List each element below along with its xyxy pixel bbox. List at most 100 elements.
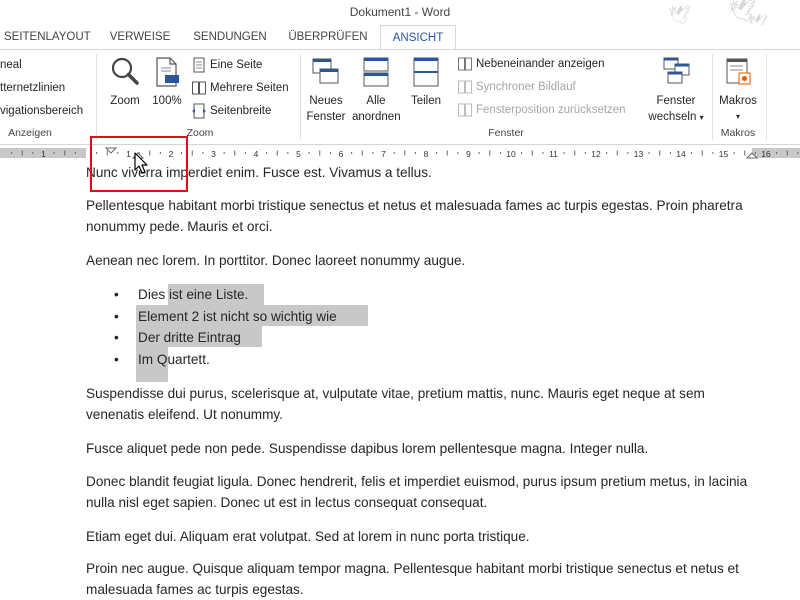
fensterposition-label: Fensterposition zurücksetzen: [476, 104, 626, 116]
teilen-button[interactable]: Teilen: [406, 56, 446, 109]
fenster-wechseln-button[interactable]: Fenster wechseln ▾: [644, 56, 708, 126]
list-item: • Element 2 ist nicht so wichtig wie: [114, 306, 337, 328]
list-item: • Dies ist eine Liste.: [114, 284, 337, 306]
ruler-number: 10: [506, 149, 516, 159]
ruler-number: 11: [549, 149, 558, 159]
list-item-text: Im Quartett.: [138, 351, 210, 367]
paragraph: Fusce aliquet pede non pede. Suspendisse…: [86, 441, 649, 456]
makros-button[interactable]: Makros ▾: [714, 56, 762, 125]
eine-seite-button[interactable]: Eine Seite: [192, 57, 262, 73]
sync-scroll-icon: [458, 80, 472, 94]
macros-icon: [726, 58, 751, 85]
seitenbreite-button[interactable]: Seitenbreite: [192, 103, 271, 119]
neues-fenster-button[interactable]: Neues Fenster: [304, 56, 348, 125]
teilen-label: Teilen: [410, 95, 442, 107]
new-window-icon: [312, 58, 339, 84]
group-separator: [766, 54, 767, 140]
switch-windows-icon: [663, 57, 690, 84]
checkbox-label: tternetzlinien: [0, 82, 66, 94]
mehrere-seiten-label: Mehrere Seiten: [210, 82, 289, 94]
ruler-number: 1: [41, 149, 46, 159]
ruler-number: 13: [634, 149, 644, 159]
paragraph: Suspendisse dui purus, scelerisque at, v…: [86, 386, 705, 422]
document-page[interactable]: Nunc viverra imperdiet enim. Fusce est. …: [0, 160, 800, 600]
bullet-icon: •: [114, 308, 119, 324]
paragraph: Aenean nec lorem. In porttitor. Donec la…: [86, 253, 466, 268]
bullet-icon: •: [114, 287, 119, 302]
zoom-100-button[interactable]: 100%: [150, 56, 184, 109]
checkbox-navigationsbereich[interactable]: vigationsbereich: [0, 105, 83, 117]
page-100-icon: [156, 57, 179, 87]
side-by-side-icon: [458, 57, 472, 71]
multiple-pages-icon: [192, 81, 206, 95]
alle-anordnen-label-1: Alle: [366, 95, 386, 107]
mehrere-seiten-button[interactable]: Mehrere Seiten: [192, 80, 289, 96]
group-label-makros: Makros: [720, 127, 756, 139]
list-item-text: Der dritte Eintrag: [138, 330, 241, 345]
group-separator: [96, 54, 97, 140]
group-label-anzeigen: Anzeigen: [8, 127, 52, 139]
ribbon: neal tternetzlinien vigationsbereich Anz…: [0, 49, 800, 145]
title-bar: Dokument1 - Word 🕊 🕊 🕊: [0, 0, 800, 32]
alle-anordnen-label-2: anordnen: [352, 111, 401, 123]
paragraph: Proin nec augue. Quisque aliquam tempor …: [86, 561, 739, 597]
paragraph: Etiam eget dui. Aliquam erat volutpat. S…: [86, 529, 530, 544]
ruler-number: 7: [381, 149, 386, 159]
synchroner-bildlauf-button[interactable]: Synchroner Bildlauf: [458, 80, 576, 94]
neues-fenster-label-2: Fenster: [306, 111, 346, 123]
tab-verweise[interactable]: VERWEISE: [108, 25, 172, 50]
nebeneinander-button[interactable]: Nebeneinander anzeigen: [458, 57, 605, 71]
tab-seitenlayout[interactable]: SEITENLAYOUT: [4, 25, 91, 50]
ruler-number: 12: [591, 149, 601, 159]
tab-sendungen[interactable]: SENDUNGEN: [190, 25, 270, 50]
fenster-wechseln-label-1: Fenster: [656, 95, 696, 107]
tab-ansicht[interactable]: ANSICHT: [380, 25, 456, 51]
ruler-number: 16: [761, 149, 771, 159]
fensterposition-button[interactable]: Fensterposition zurücksetzen: [458, 103, 626, 117]
bullet-icon: •: [114, 351, 119, 367]
checkbox-label: vigationsbereich: [0, 105, 84, 117]
fenster-wechseln-label-2: wechseln ▾: [644, 109, 708, 126]
group-label-fenster: Fenster: [488, 127, 524, 139]
dropdown-arrow-icon: ▾: [699, 113, 704, 122]
split-icon: [413, 57, 439, 87]
zoom-label: Zoom: [110, 95, 140, 107]
bullet-icon: •: [114, 330, 119, 345]
paragraph: Donec blandit feugiat ligula. Donec hend…: [86, 474, 748, 510]
checkbox-gitternetzlinien[interactable]: tternetzlinien: [0, 82, 65, 94]
ruler-number: 4: [254, 149, 259, 159]
mouse-pointer-icon: [134, 152, 148, 174]
paragraph: Pellentesque habitant morbi tristique se…: [86, 198, 743, 234]
zoom-button[interactable]: Zoom: [106, 56, 144, 109]
list-item-text: Dies ist eine Liste.: [138, 287, 249, 302]
ruler-number: 9: [466, 149, 471, 159]
eine-seite-label: Eine Seite: [210, 59, 263, 71]
ruler-right-margin: [752, 148, 800, 158]
group-separator: [712, 54, 713, 140]
ruler-number: 5: [296, 149, 301, 159]
page-width-icon: [192, 103, 206, 119]
checkbox-label: neal: [0, 59, 22, 71]
checkbox-lineal[interactable]: neal: [0, 59, 22, 71]
synchroner-bildlauf-label: Synchroner Bildlauf: [476, 81, 576, 93]
arrange-all-icon: [363, 57, 389, 87]
single-page-icon: [193, 57, 205, 73]
magnifier-icon: [111, 57, 139, 85]
list-item-text: Element 2 ist nicht so wichtig wie: [138, 308, 337, 324]
nebeneinander-label: Nebeneinander anzeigen: [476, 58, 605, 70]
ruler-number: 15: [719, 149, 729, 159]
ruler-number: 14: [676, 149, 686, 159]
ruler-number: 8: [424, 149, 429, 159]
neues-fenster-label-1: Neues: [309, 95, 343, 107]
list-item: • Der dritte Eintrag: [114, 327, 337, 349]
fenster-wechseln-text: wechseln: [648, 111, 697, 123]
group-separator: [300, 54, 301, 140]
tab-ueberpruefen[interactable]: ÜBERPRÜFEN: [288, 25, 368, 50]
alle-anordnen-button[interactable]: Alle anordnen: [352, 56, 401, 125]
reset-window-icon: [458, 103, 472, 117]
makros-label: Makros: [719, 95, 757, 107]
decorative-bird-icon: 🕊: [668, 5, 691, 25]
ruler-number: 6: [339, 149, 344, 159]
bullet-list: • Dies ist eine Liste. • Element 2 ist nic…: [114, 284, 337, 370]
ribbon-tabs: SEITENLAYOUT VERWEISE SENDUNGEN ÜBERPRÜF…: [0, 25, 800, 51]
